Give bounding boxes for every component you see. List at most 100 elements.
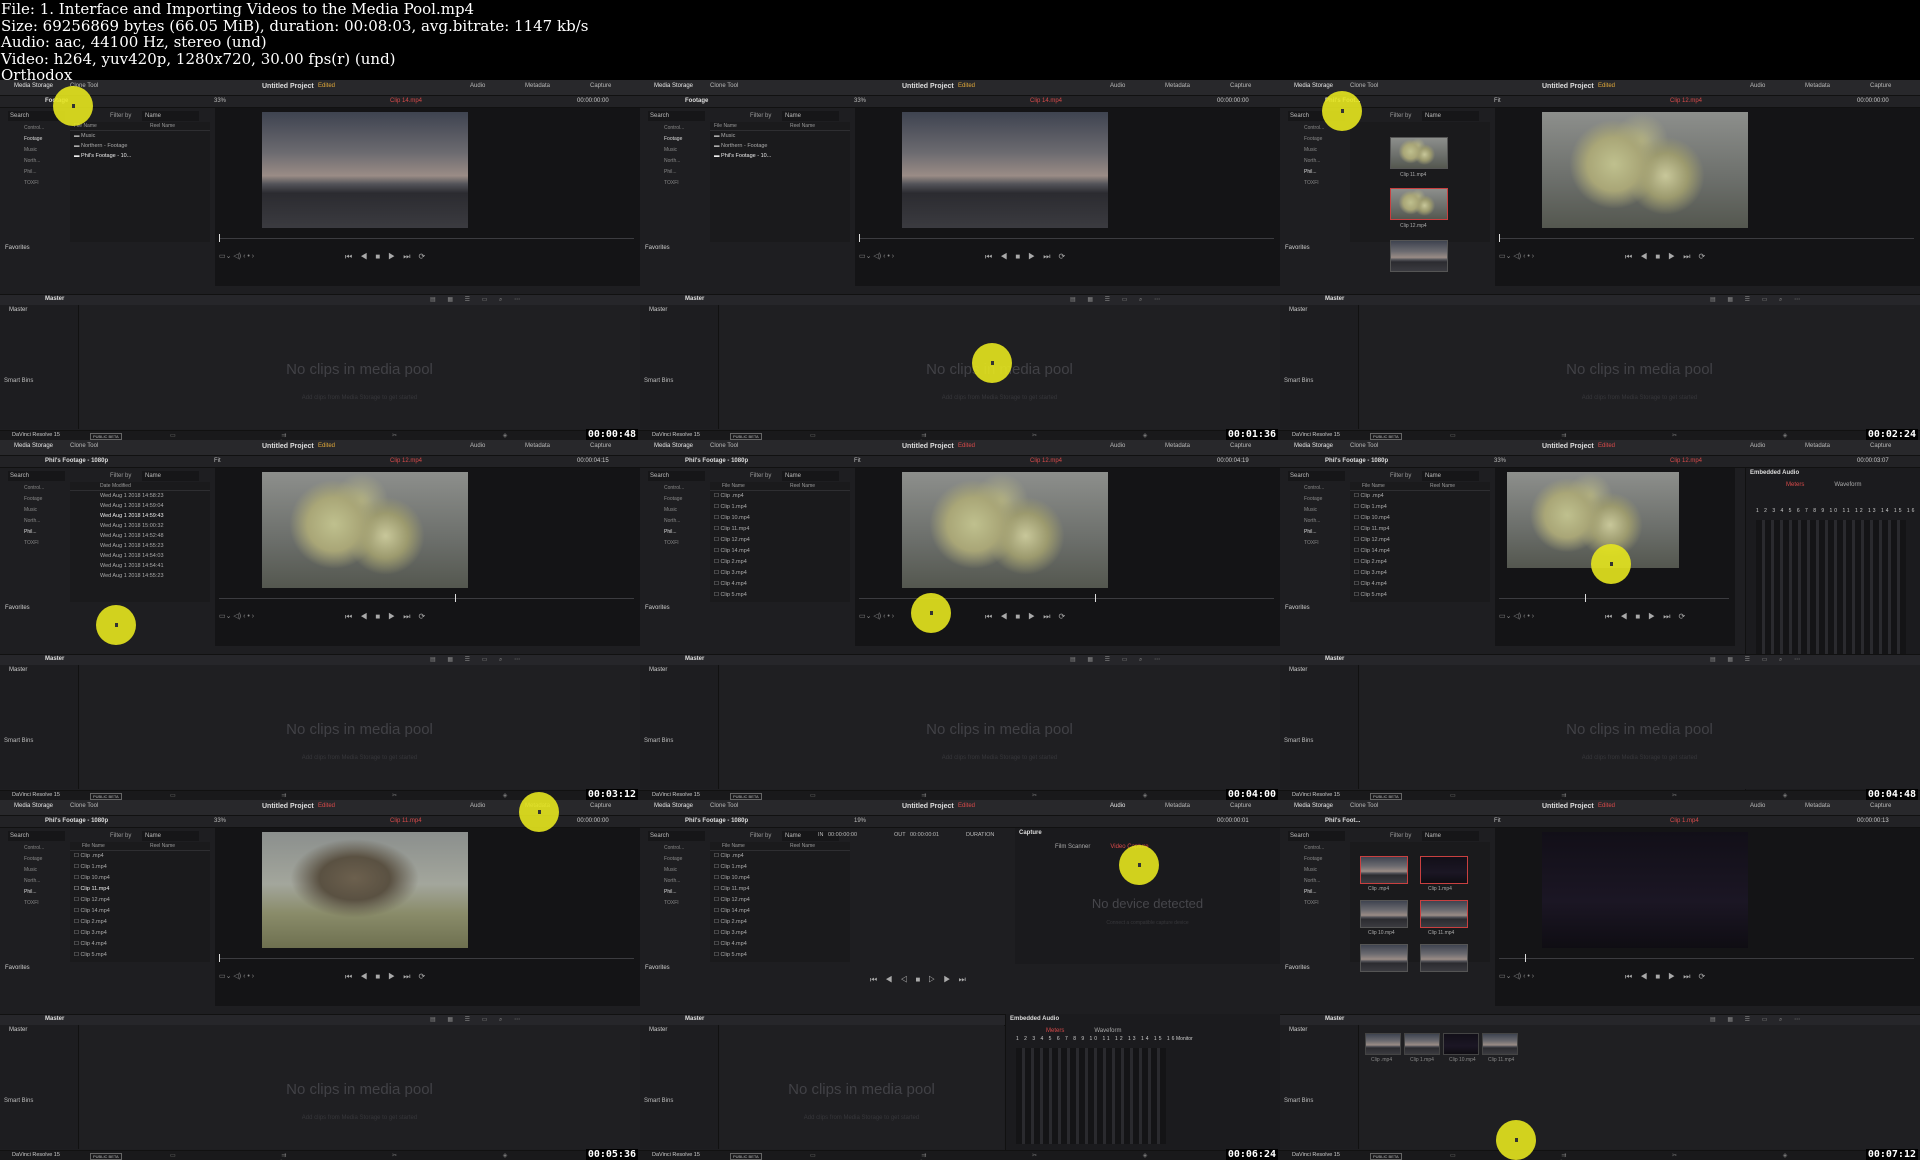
tree-item[interactable]: Control... — [664, 485, 684, 491]
transport-controls[interactable]: ⏮◀■▶⏭⟳ — [345, 252, 433, 262]
clip-list-item[interactable]: ☐ Clip 11.mp4 — [74, 886, 109, 892]
clip-list-item[interactable]: ☐ Clip 11.mp4 — [714, 526, 749, 532]
zoom-level[interactable]: Fit — [854, 458, 861, 464]
tree-item[interactable]: North... — [24, 518, 40, 524]
tree-item[interactable]: TOXFI — [24, 540, 39, 546]
tree-item[interactable]: Phil... — [664, 529, 677, 535]
storage-path[interactable]: Phil's Footage - 1080p — [685, 458, 748, 464]
metadata-tab[interactable]: Metadata — [1165, 443, 1190, 449]
tree-item[interactable]: TOXFI — [1304, 540, 1319, 546]
filter-select[interactable]: Name — [782, 111, 839, 121]
page-icons[interactable]: ▭ ⇉ ✂ ◈ ♪ ⇪ — [170, 432, 640, 440]
tree-item[interactable]: Music — [24, 507, 37, 513]
viewer-controls[interactable]: ▭⌄ ◁) ‹ • › — [219, 972, 254, 980]
media-pool-view-icons[interactable]: ▤ ▦ ☰ ▭ ⌕ ⋯ — [430, 296, 525, 304]
clip-list-item[interactable]: ☐ Clip 12.mp4 — [1354, 537, 1390, 543]
reel-name-column[interactable]: Reel Name — [150, 843, 175, 849]
filter-select[interactable]: Name — [1422, 831, 1479, 841]
scrubber-track[interactable] — [219, 598, 634, 599]
tree-item[interactable]: Phil... — [24, 889, 37, 895]
waveform-tab[interactable]: Waveform — [1834, 482, 1861, 488]
search-input[interactable]: Search — [648, 831, 705, 841]
clip-list-item[interactable]: ☐ Clip .mp4 — [1354, 493, 1384, 499]
scrubber-track[interactable] — [1499, 958, 1914, 959]
master-bin[interactable]: Master — [9, 1027, 27, 1033]
clip-list-item[interactable]: ☐ Clip 3.mp4 — [74, 930, 107, 936]
tree-item[interactable]: Footage — [1304, 496, 1322, 502]
clip-thumbnail[interactable] — [1390, 188, 1448, 220]
media-storage-tab[interactable]: Media Storage — [654, 443, 693, 449]
clip-list-item[interactable]: ☐ Clip 2.mp4 — [1354, 559, 1387, 565]
tree-item[interactable]: Footage — [664, 136, 682, 142]
clip-list-item[interactable]: ☐ Clip .mp4 — [74, 853, 104, 859]
tree-item[interactable]: Footage — [1304, 136, 1322, 142]
tree-item[interactable]: Music — [24, 147, 37, 153]
capture-tab[interactable]: Capture — [1870, 83, 1891, 89]
clone-tool-tab[interactable]: Clone Tool — [710, 803, 738, 809]
viewer-controls[interactable]: ▭⌄ ◁) ‹ • › — [1499, 252, 1534, 260]
metadata-tab[interactable]: Metadata — [525, 83, 550, 89]
clone-tool-tab[interactable]: Clone Tool — [1350, 443, 1378, 449]
reel-name-column[interactable]: Reel Name — [150, 123, 175, 129]
playhead[interactable] — [219, 954, 220, 962]
storage-path[interactable]: Phil's Foot... — [1325, 818, 1360, 824]
audio-tab[interactable]: Audio — [1110, 83, 1125, 89]
tree-item[interactable]: Phil... — [1304, 889, 1317, 895]
clip-list-item[interactable]: ☐ Clip 4.mp4 — [714, 581, 747, 587]
transport-controls[interactable]: ⏮◀■▶⏭⟳ — [985, 612, 1073, 622]
clip-list-item[interactable]: ☐ Clip 12.mp4 — [714, 897, 750, 903]
search-input[interactable]: Search — [648, 471, 705, 481]
folder-item[interactable]: ▬ Music — [714, 133, 735, 139]
reel-name-column[interactable]: Reel Name — [790, 843, 815, 849]
clip-list-item[interactable]: ☐ Clip 14.mp4 — [1354, 548, 1390, 554]
folder-item[interactable]: ▬ Northern - Footage — [74, 143, 128, 149]
audio-tab[interactable]: Audio — [1110, 443, 1125, 449]
transport-controls[interactable]: ⏮◀■▶⏭⟳ — [345, 612, 433, 622]
page-icons[interactable]: ▭ ⇉ ✂ ◈ ♪ ⇪ — [810, 1152, 1280, 1160]
viewer-controls[interactable]: ▭⌄ ◁) ‹ • › — [219, 252, 254, 260]
media-storage-tab[interactable]: Media Storage — [14, 83, 53, 89]
zoom-level[interactable]: Fit — [214, 458, 221, 464]
tree-item[interactable]: Control... — [1304, 845, 1324, 851]
reel-name-column[interactable]: Reel Name — [790, 483, 815, 489]
clone-tool-tab[interactable]: Clone Tool — [710, 83, 738, 89]
master-bin[interactable]: Master — [9, 667, 27, 673]
media-storage-tab[interactable]: Media Storage — [14, 443, 53, 449]
tree-item[interactable]: Phil... — [664, 889, 677, 895]
master-bin[interactable]: Master — [649, 667, 667, 673]
clip-list-item[interactable]: ☐ Clip 4.mp4 — [1354, 581, 1387, 587]
playhead[interactable] — [1095, 594, 1096, 602]
tree-item[interactable]: North... — [24, 878, 40, 884]
clip-list-item[interactable]: ☐ Clip 10.mp4 — [714, 515, 750, 521]
page-icons[interactable]: ▭ ⇉ ✂ ◈ ♪ ⇪ — [810, 792, 1280, 800]
tree-item[interactable]: TOXFI — [664, 540, 679, 546]
viewer-controls[interactable]: ▭⌄ ◁) ‹ • › — [219, 612, 254, 620]
tree-item[interactable]: Control... — [24, 125, 44, 131]
filter-select[interactable]: Name — [142, 831, 199, 841]
clip-thumbnail[interactable] — [1390, 137, 1448, 169]
clip-list-item[interactable]: ☐ Clip 5.mp4 — [1354, 592, 1387, 598]
clip-list-item[interactable]: ☐ Clip 5.mp4 — [714, 592, 747, 598]
tree-item[interactable]: Control... — [24, 845, 44, 851]
clip-thumbnail[interactable] — [1360, 856, 1408, 884]
tree-item[interactable]: Control... — [1304, 125, 1324, 131]
playhead[interactable] — [1585, 594, 1586, 602]
tree-item[interactable]: North... — [1304, 158, 1320, 164]
master-bin[interactable]: Master — [1289, 667, 1307, 673]
film-scanner-tab[interactable]: Film Scanner — [1055, 844, 1090, 850]
tree-item[interactable]: Control... — [1304, 485, 1324, 491]
clip-list-item[interactable]: ☐ Clip 4.mp4 — [714, 941, 747, 947]
storage-path[interactable]: Phil's Footage - 1080p — [1325, 458, 1388, 464]
page-icons[interactable]: ▭ ⇉ ✂ ◈ ♪ ⇪ — [1450, 432, 1920, 440]
master-bin[interactable]: Master — [1289, 1027, 1307, 1033]
clip-list-item[interactable]: ☐ Clip 14.mp4 — [714, 548, 750, 554]
transport-controls[interactable]: ⏮◀■▶⏭⟳ — [1625, 252, 1713, 262]
reel-name-column[interactable]: Reel Name — [1430, 483, 1455, 489]
clip-thumbnail[interactable] — [1360, 944, 1408, 972]
capture-tab[interactable]: Capture — [1230, 83, 1251, 89]
tree-item[interactable]: North... — [664, 518, 680, 524]
file-name-column[interactable]: File Name — [722, 843, 745, 849]
clone-tool-tab[interactable]: Clone Tool — [70, 443, 98, 449]
transport-controls[interactable]: ⏮◀◁■▷▶⏭ — [870, 975, 974, 985]
tree-item[interactable]: Control... — [24, 485, 44, 491]
